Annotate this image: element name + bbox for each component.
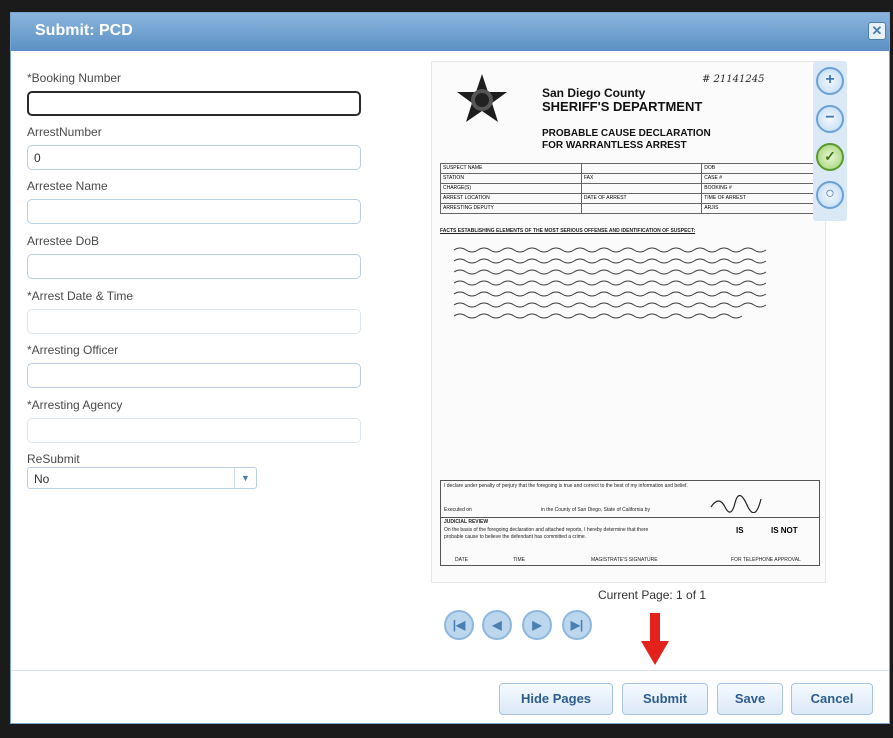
first-page-icon[interactable]: |◀ (444, 610, 474, 640)
page-info: Current Page: 1 of 1 (598, 588, 707, 602)
zoom-toolbar: + − ✓ ○ (813, 61, 847, 221)
doc-heading2: FOR WARRANTLESS ARREST (542, 140, 687, 151)
doc-cell: DATE OF ARREST (580, 193, 703, 204)
doc-case-number: # 21141245 (702, 74, 765, 85)
dialog-title: Submit: PCD (35, 22, 133, 39)
doc-sig-time: TIME (513, 557, 525, 563)
arrest-number-input[interactable]: 0 (27, 145, 361, 170)
doc-signature (710, 495, 762, 513)
submit-button[interactable]: Submit (622, 683, 708, 715)
arresting-officer-input[interactable] (27, 363, 361, 388)
doc-facts-header: FACTS ESTABLISHING ELEMENTS OF THE MOST … (440, 228, 696, 234)
zoom-in-icon[interactable]: + (816, 67, 844, 95)
resubmit-label: ReSubmit (27, 452, 80, 466)
doc-cell: CASE # (701, 173, 820, 184)
doc-cell: SUSPECT NAME (440, 163, 582, 174)
resubmit-value: No (34, 472, 50, 486)
chevron-down-icon[interactable]: ▼ (234, 468, 256, 488)
doc-judicial-text: On the basis of the foregoing declaratio… (444, 527, 649, 533)
submit-pcd-dialog: Submit: PCD ✕ *Booking Number ArrestNumb… (10, 12, 890, 724)
red-arrow-annotation (641, 613, 669, 665)
doc-suspect-grid: SUSPECT NAME DOB STATION FAX CASE # CHARGE(… (440, 163, 820, 214)
arresting-officer-label: *Arresting Officer (27, 343, 119, 357)
doc-heading1: PROBABLE CAUSE DECLARATION (542, 128, 711, 139)
doc-judicial-text2: probable cause to believe the defendant … (444, 534, 587, 540)
arresting-agency-label: *Arresting Agency (27, 398, 123, 412)
arrest-number-label: ArrestNumber (27, 125, 102, 139)
doc-cell: CHARGE(S) (440, 183, 582, 194)
arresting-agency-input[interactable] (27, 418, 361, 443)
doc-cell (580, 183, 703, 194)
doc-declaration: I declare under penalty of perjury that … (444, 483, 688, 489)
doc-cell (580, 203, 703, 214)
arrest-datetime-input[interactable] (27, 309, 361, 334)
doc-executed-on: Executed on (444, 507, 472, 513)
doc-is-not-checkbox: IS NOT (771, 526, 798, 535)
doc-org-line1: San Diego County (542, 86, 646, 100)
doc-divider (441, 517, 819, 518)
fit-check-icon[interactable]: ✓ (816, 143, 844, 171)
doc-county-state: in the County of San Diego, State of Cal… (541, 507, 650, 513)
booking-number-label: *Booking Number (27, 71, 122, 85)
arrestee-dob-input[interactable] (27, 254, 361, 279)
hide-pages-button[interactable]: Hide Pages (499, 683, 613, 715)
save-button[interactable]: Save (717, 683, 783, 715)
zoom-reset-icon[interactable]: ○ (816, 181, 844, 209)
doc-is-checkbox: IS (736, 526, 744, 535)
zoom-out-icon[interactable]: − (816, 105, 844, 133)
doc-cell (580, 163, 703, 174)
close-icon[interactable]: ✕ (868, 22, 886, 40)
bottom-frame (0, 724, 893, 738)
document-preview: # 21141245 San Diego County SHERIFF'S DE… (431, 61, 826, 583)
last-page-icon[interactable]: ▶| (562, 610, 592, 640)
doc-sig-phone: FOR TELEPHONE APPROVAL (731, 557, 801, 563)
doc-cell: FAX (580, 173, 703, 184)
resubmit-select[interactable]: No ▼ (27, 467, 257, 489)
doc-cell: TIME OF ARREST (701, 193, 820, 204)
doc-sig-date: DATE (455, 557, 468, 563)
doc-cell: DOB (701, 163, 820, 174)
doc-sig-magistrate: MAGISTRATE'S SIGNATURE (591, 557, 658, 563)
arrest-datetime-label: *Arrest Date & Time (27, 289, 134, 303)
doc-org-line2: SHERIFF'S DEPARTMENT (542, 99, 703, 114)
prev-page-icon[interactable]: ◀ (482, 610, 512, 640)
arrestee-dob-label: Arrestee DoB (27, 234, 100, 248)
sheriff-star-badge (457, 74, 507, 122)
doc-cell: ARREST LOCATION (440, 193, 582, 204)
arrestee-name-input[interactable] (27, 199, 361, 224)
arrestee-name-label: Arrestee Name (27, 179, 108, 193)
booking-number-input[interactable] (27, 91, 361, 116)
footer-divider (11, 670, 889, 671)
doc-cell: ARRESTING DEPUTY (440, 203, 582, 214)
doc-cell: ARJIS (701, 203, 820, 214)
doc-handwritten-narrative (453, 247, 767, 319)
doc-cell: STATION (440, 173, 582, 184)
dialog-titlebar: Submit: PCD ✕ (11, 13, 889, 51)
doc-judicial-review: JUDICIAL REVIEW (444, 519, 489, 525)
cancel-button[interactable]: Cancel (791, 683, 873, 715)
doc-signature-section: I declare under penalty of perjury that … (440, 480, 820, 566)
next-page-icon[interactable]: ▶ (522, 610, 552, 640)
doc-cell: BOOKING # (701, 183, 820, 194)
